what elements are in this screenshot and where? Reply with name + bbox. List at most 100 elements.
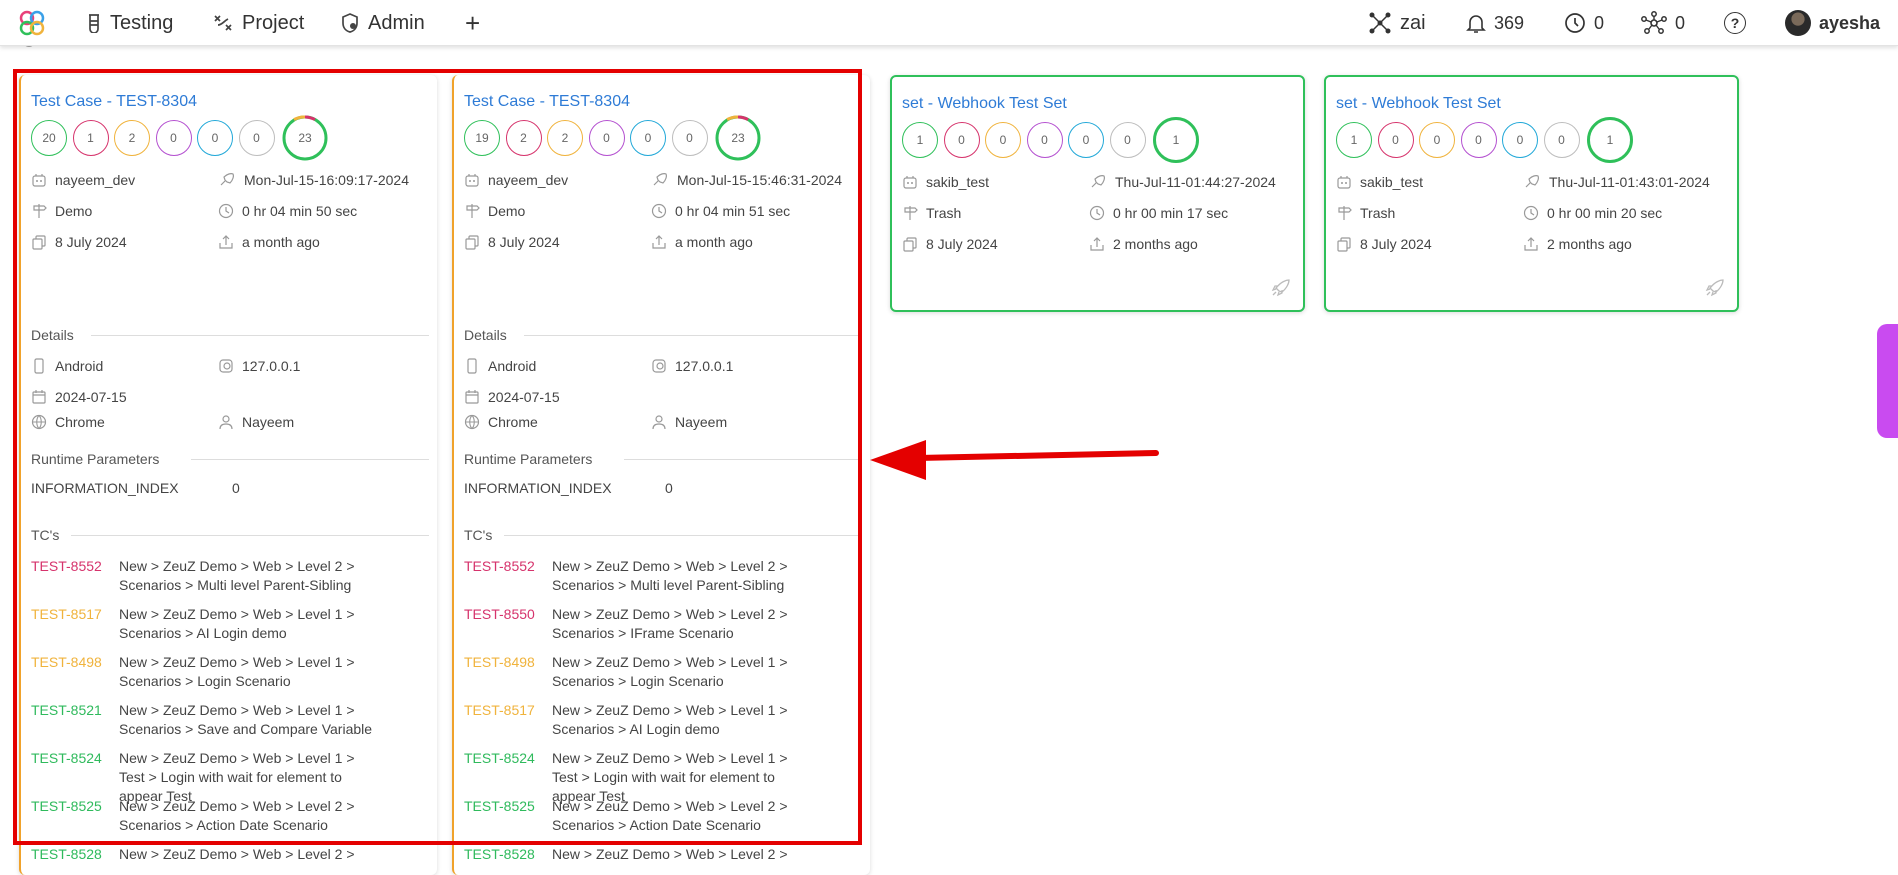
tc-id-link[interactable]: TEST-8528	[31, 845, 102, 864]
card-title-link[interactable]: set - Webhook Test Set	[1336, 95, 1501, 113]
run-duration-value: 0 hr 04 min 51 sec	[675, 203, 791, 219]
status-count-ring: 0	[985, 122, 1021, 158]
status-rings: 1000001	[902, 117, 1205, 163]
run-user: nayeem_dev	[464, 172, 568, 188]
detail-os: Android	[31, 358, 103, 374]
tc-id-link[interactable]: TEST-8524	[31, 749, 102, 768]
tc-id-link[interactable]: TEST-8524	[464, 749, 535, 768]
status-count-ring: 1	[902, 122, 938, 158]
run-datetime-value: Mon-Jul-15-16:09:17-2024	[244, 172, 409, 188]
run-result-card[interactable]: Test Case - TEST-8304 19 2 2 0 0 0 23 nayeem_d…	[452, 75, 870, 875]
run-date-value: 8 July 2024	[488, 234, 560, 250]
status-count-ring: 0	[588, 120, 625, 156]
status-count-ring: 0	[1026, 122, 1063, 158]
tcs-heading: TC's	[31, 527, 60, 543]
run-result-card[interactable]: Test Case - TEST-8304 20 1 2 0 0 0 23 nayeem_d…	[19, 75, 437, 875]
status-count-ring: 19	[464, 120, 500, 156]
copy-icon	[465, 235, 479, 250]
help-button[interactable]: ?	[1724, 0, 1746, 46]
nav-testing[interactable]: Testing	[86, 0, 173, 46]
run-ago-value: a month ago	[242, 234, 320, 250]
nodes-count: 0	[1675, 12, 1686, 33]
nav-admin[interactable]: Admin	[340, 0, 425, 46]
run-datetime-value: Thu-Jul-11-01:43:01-2024	[1549, 174, 1710, 190]
tc-path: New > ZeuZ Demo > Web > Level 2 > Scenar…	[552, 798, 788, 833]
tc-id-link[interactable]: TEST-8552	[464, 557, 535, 576]
card-title-link[interactable]: set - Webhook Test Set	[902, 95, 1067, 113]
detail-ip: 127.0.0.1	[218, 358, 300, 374]
project-icon	[214, 15, 232, 31]
person-icon	[219, 415, 233, 430]
help-icon: ?	[1724, 12, 1746, 34]
run-datetime: Thu-Jul-11-01:44:27-2024	[1089, 174, 1276, 190]
detail-browser-value: Chrome	[55, 414, 105, 430]
copy-icon	[903, 237, 917, 252]
param-value: 0	[665, 480, 673, 496]
status-count-ring: 0	[155, 120, 192, 156]
user-menu[interactable]: ayesha	[1785, 0, 1880, 46]
network-icon	[1641, 11, 1667, 34]
person-icon	[652, 415, 666, 430]
detail-tester-value: Nayeem	[242, 414, 295, 430]
side-feedback-tab[interactable]	[1877, 324, 1898, 438]
tc-path: New > ZeuZ Demo > Web > Level 2 > Scenar…	[552, 606, 788, 641]
status-rings: 20 1 2 0 0 0 23	[31, 115, 328, 161]
detail-date: 2024-07-15	[31, 389, 127, 405]
divider	[91, 335, 429, 336]
tc-id-link[interactable]: TEST-8498	[464, 653, 535, 672]
run-project-value: Trash	[1360, 205, 1396, 221]
run-ago-value: 2 months ago	[1113, 236, 1198, 252]
tc-id-link[interactable]: TEST-8525	[31, 797, 102, 816]
status-count-ring: 0	[1502, 122, 1538, 158]
rocket-icon[interactable]	[1269, 277, 1291, 299]
status-count-ring: 0	[1109, 122, 1146, 158]
tc-id-link[interactable]: TEST-8550	[464, 605, 535, 624]
tc-id-link[interactable]: TEST-8517	[31, 605, 102, 624]
run-ago: 2 months ago	[1523, 236, 1632, 252]
runtime-parameters-heading: Runtime Parameters	[464, 451, 593, 467]
zai-button[interactable]: zai	[1368, 0, 1426, 46]
app-logo-icon[interactable]	[18, 9, 46, 42]
run-user-value: nayeem_dev	[55, 172, 136, 188]
tc-id-link[interactable]: TEST-8521	[31, 701, 102, 720]
add-button[interactable]: +	[465, 0, 480, 46]
run-date-value: 8 July 2024	[1360, 236, 1432, 252]
nav-project-label: Project	[242, 11, 305, 34]
card-title-link[interactable]: Test Case - TEST-8304	[464, 93, 630, 111]
run-ago: 2 months ago	[1089, 236, 1198, 252]
status-count-ring: 0	[1068, 122, 1104, 158]
copy-icon	[1337, 237, 1351, 252]
run-project: Demo	[31, 203, 92, 219]
rocket-time-icon	[1525, 175, 1539, 188]
run-date-value: 8 July 2024	[926, 236, 998, 252]
add-icon: +	[465, 7, 481, 38]
tc-id-link[interactable]: TEST-8525	[464, 797, 535, 816]
run-duration: 0 hr 04 min 50 sec	[218, 203, 357, 219]
tc-id-link[interactable]: TEST-8517	[464, 701, 535, 720]
run-duration: 0 hr 00 min 20 sec	[1523, 205, 1662, 221]
nodes-button[interactable]: 0	[1641, 0, 1685, 46]
notifications-button[interactable]: 369	[1466, 0, 1524, 46]
tc-id-link[interactable]: TEST-8498	[31, 653, 102, 672]
nav-admin-label: Admin	[368, 11, 425, 34]
nav-project[interactable]: Project	[212, 0, 304, 46]
history-button[interactable]: 0	[1564, 0, 1604, 46]
detail-os: Android	[464, 358, 536, 374]
card-title-link[interactable]: Test Case - TEST-8304	[31, 93, 197, 111]
run-result-card[interactable]: set - Webhook Test Set 1 0 0 0 0 0 1 sakib_test T…	[890, 75, 1305, 312]
rocket-icon[interactable]	[1703, 277, 1725, 299]
tc-path: New > ZeuZ Demo > Web > Level 1 > Scenar…	[119, 702, 373, 737]
run-result-card[interactable]: set - Webhook Test Set 1 0 0 0 0 0 1 sakib_test T…	[1324, 75, 1739, 312]
clock-icon	[1089, 205, 1105, 221]
tc-id-link[interactable]: TEST-8528	[464, 845, 535, 864]
rerun-button[interactable]	[1269, 277, 1291, 304]
shield-gear-icon	[342, 13, 358, 33]
avatar	[1785, 10, 1811, 36]
status-count-ring: 0	[238, 120, 275, 156]
run-project: Trash	[902, 205, 961, 221]
tc-id-link[interactable]: TEST-8552	[31, 557, 102, 576]
run-duration-value: 0 hr 04 min 50 sec	[242, 203, 358, 219]
rerun-button[interactable]	[1703, 277, 1725, 304]
status-count-ring: 0	[943, 122, 980, 158]
run-user: sakib_test	[902, 174, 989, 190]
